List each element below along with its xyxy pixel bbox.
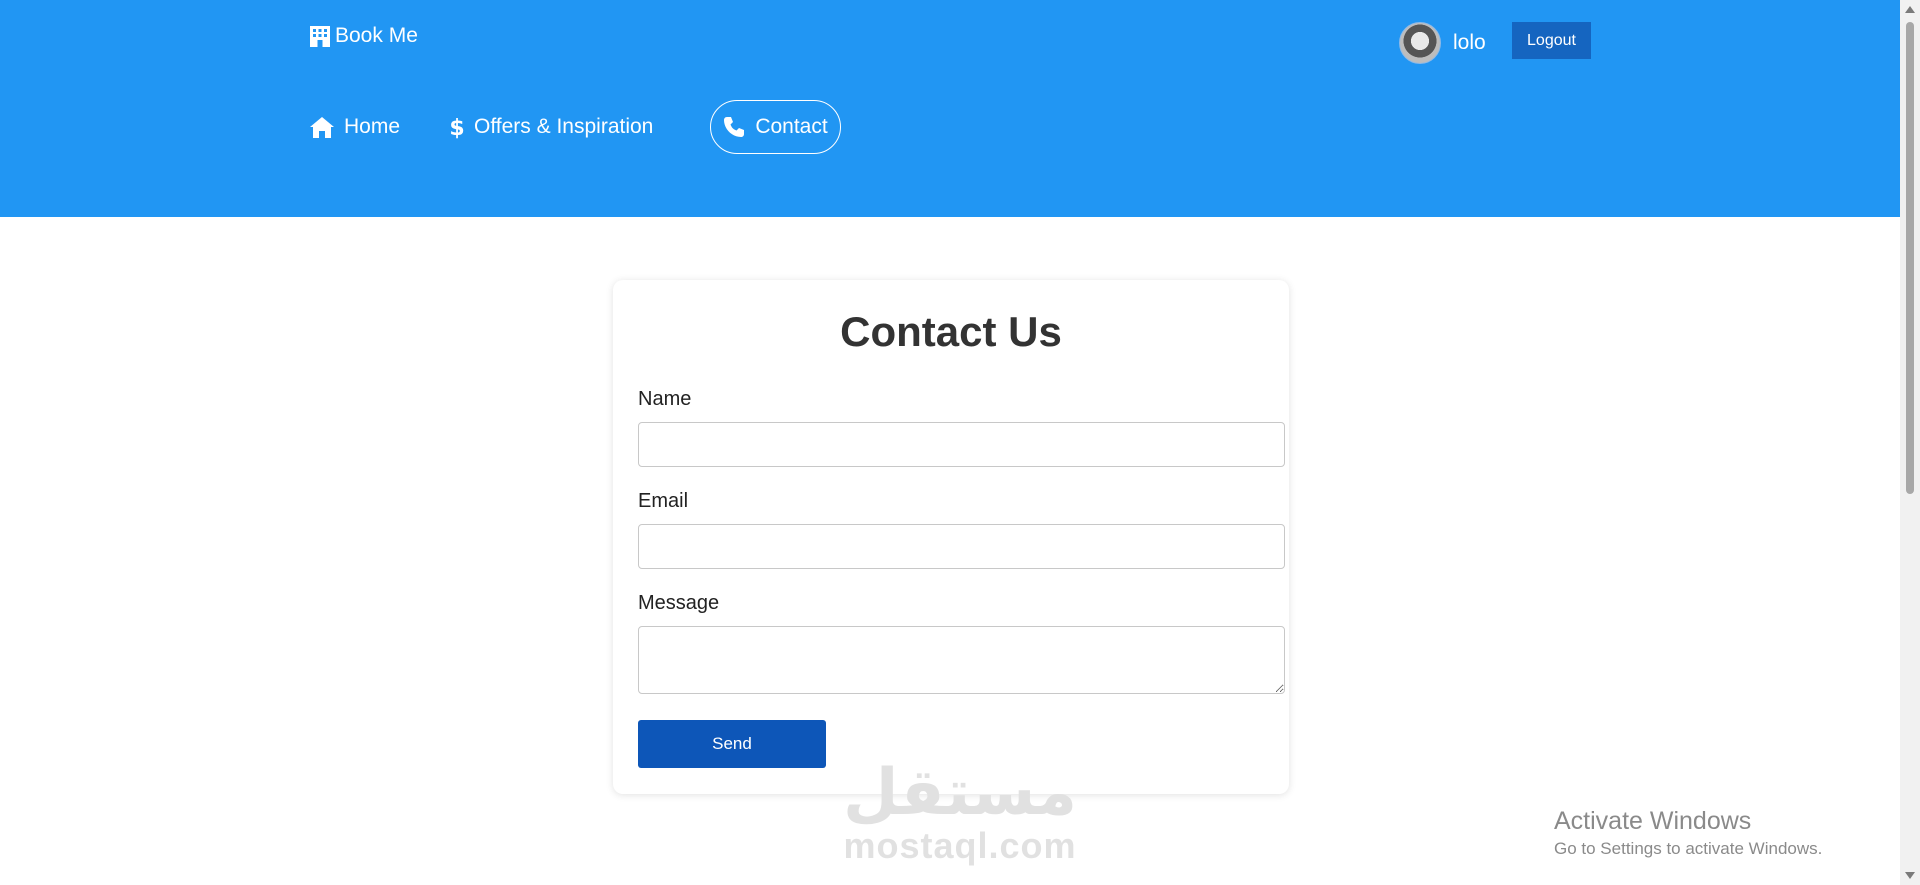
- nav-item-label: Contact: [755, 115, 828, 138]
- nav-item-contact[interactable]: Contact: [710, 100, 841, 154]
- send-button[interactable]: Send: [638, 720, 826, 768]
- scroll-down-arrow-icon[interactable]: [1905, 872, 1915, 879]
- hotel-icon: [310, 25, 330, 47]
- watermark-latin: mostaql.com: [843, 825, 1077, 866]
- activate-title: Activate Windows: [1554, 807, 1752, 835]
- nav-item-offers[interactable]: $ Offers & Inspiration: [450, 100, 653, 154]
- user-avatar[interactable]: [1399, 22, 1441, 64]
- email-input[interactable]: [638, 524, 1285, 569]
- name-input[interactable]: [638, 422, 1285, 467]
- scroll-up-arrow-icon[interactable]: [1905, 6, 1915, 13]
- brand-link[interactable]: Book Me: [310, 24, 418, 48]
- email-label: Email: [638, 490, 689, 512]
- brand-label: Book Me: [335, 24, 418, 47]
- phone-icon: [724, 117, 745, 137]
- page-scrollbar[interactable]: [1900, 0, 1920, 885]
- top-header: Book Me lolo Logout Home $ Offers & Insp…: [0, 0, 1900, 217]
- home-icon: [310, 116, 334, 138]
- contact-card: Contact Us Name Email Message Send: [613, 280, 1289, 794]
- message-textarea[interactable]: [638, 626, 1285, 694]
- username: lolo: [1453, 31, 1486, 54]
- svg-text:$: $: [450, 116, 464, 139]
- scroll-thumb[interactable]: [1906, 22, 1914, 494]
- message-label: Message: [638, 592, 720, 614]
- activate-subtitle: Go to Settings to activate Windows.: [1554, 839, 1823, 858]
- name-label: Name: [638, 388, 692, 410]
- user-profile[interactable]: lolo: [1399, 22, 1486, 64]
- activate-windows-notice: Activate Windows Go to Settings to activ…: [1554, 806, 1822, 862]
- nav-item-home[interactable]: Home: [310, 100, 400, 154]
- nav-item-label: Offers & Inspiration: [474, 115, 654, 138]
- page-title: Contact Us: [840, 308, 1062, 355]
- dollar-icon: $: [450, 116, 464, 139]
- nav-item-label: Home: [344, 115, 401, 138]
- logout-button[interactable]: Logout: [1512, 22, 1591, 59]
